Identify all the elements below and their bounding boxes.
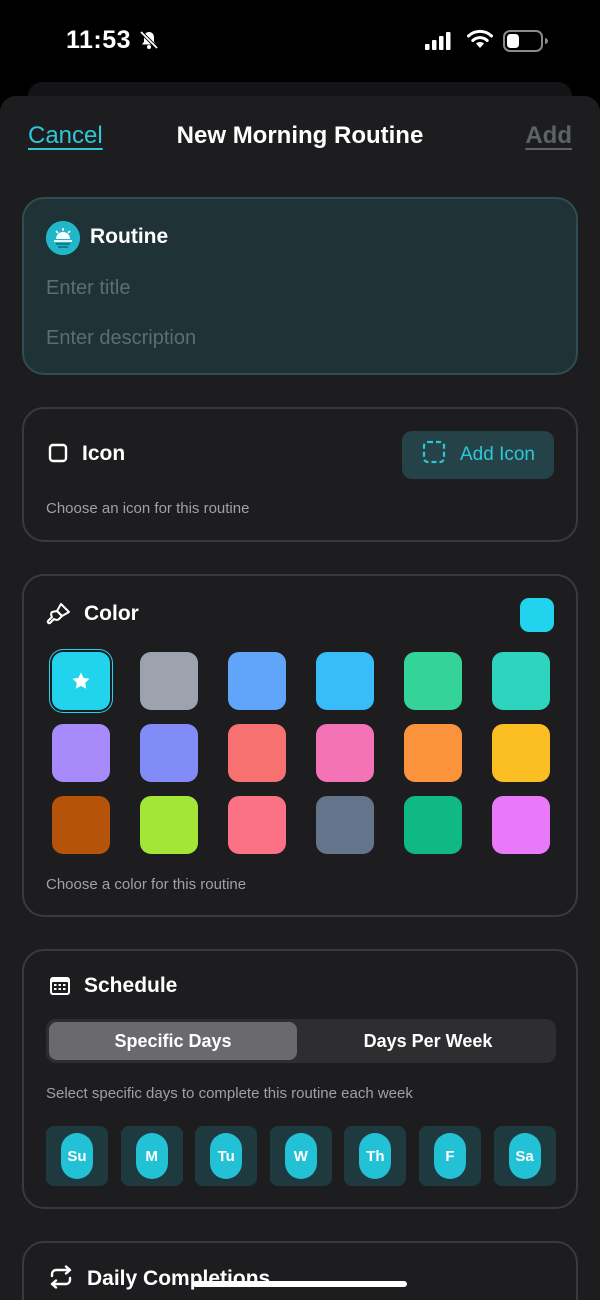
calendar-icon xyxy=(48,974,72,1003)
color-swatch[interactable] xyxy=(52,724,110,782)
color-heading: Color xyxy=(84,602,139,625)
day-label: F xyxy=(434,1133,466,1179)
day-button-w[interactable]: W xyxy=(269,1126,332,1186)
add-icon-label: Add Icon xyxy=(460,444,535,465)
battery-icon xyxy=(503,30,549,57)
icon-card: Icon Add Icon Choose an icon for this ro… xyxy=(22,407,578,542)
routine-heading: Routine xyxy=(90,225,169,248)
star-icon xyxy=(52,652,110,710)
schedule-card: Schedule Specific Days Days Per Week Sel… xyxy=(22,949,578,1209)
color-swatch[interactable] xyxy=(316,652,374,710)
color-swatch[interactable] xyxy=(316,796,374,854)
wifi-icon xyxy=(466,28,494,55)
routine-card: Routine xyxy=(22,197,578,375)
day-label: Sa xyxy=(508,1133,541,1179)
tab-specific-days[interactable]: Specific Days xyxy=(49,1022,297,1060)
repeat-icon xyxy=(48,1265,74,1294)
schedule-heading: Schedule xyxy=(84,974,178,997)
day-button-th[interactable]: Th xyxy=(344,1126,407,1186)
icon-caption: Choose an icon for this routine xyxy=(46,500,250,517)
color-caption: Choose a color for this routine xyxy=(46,876,247,893)
color-swatch[interactable] xyxy=(404,796,462,854)
day-button-f[interactable]: F xyxy=(419,1126,481,1186)
day-label: Tu xyxy=(210,1133,243,1179)
daily-completions-card: Daily Completions xyxy=(22,1241,578,1300)
home-indicator xyxy=(193,1281,407,1287)
day-label: Su xyxy=(61,1133,93,1179)
add-button[interactable]: Add xyxy=(525,122,572,150)
sunrise-icon xyxy=(46,221,80,255)
color-swatch[interactable] xyxy=(140,724,198,782)
icon-heading: Icon xyxy=(82,442,126,465)
cancel-button[interactable]: Cancel xyxy=(28,122,103,150)
color-swatch[interactable] xyxy=(228,796,286,854)
add-icon-button[interactable]: Add Icon xyxy=(402,431,554,479)
color-swatch[interactable] xyxy=(228,652,286,710)
day-button-m[interactable]: M xyxy=(120,1126,183,1186)
color-swatch[interactable] xyxy=(404,724,462,782)
new-routine-sheet: New Morning Routine Cancel Add Routine I… xyxy=(0,96,600,1300)
tab-days-per-week[interactable]: Days Per Week xyxy=(304,1022,552,1060)
day-button-tu[interactable]: Tu xyxy=(195,1126,258,1186)
schedule-caption: Select specific days to complete this ro… xyxy=(46,1085,413,1102)
day-button-sa[interactable]: Sa xyxy=(493,1126,556,1186)
color-swatch[interactable] xyxy=(52,652,110,710)
color-swatch[interactable] xyxy=(228,724,286,782)
color-swatch[interactable] xyxy=(492,724,550,782)
status-time: 11:53 xyxy=(66,26,132,54)
daily-completions-heading: Daily Completions xyxy=(87,1267,271,1290)
routine-title-input[interactable] xyxy=(46,277,546,300)
signal-icon xyxy=(425,32,453,55)
color-swatch[interactable] xyxy=(404,652,462,710)
color-swatch[interactable] xyxy=(52,796,110,854)
routine-description-input[interactable] xyxy=(46,327,546,350)
day-label: M xyxy=(135,1133,168,1179)
schedule-segmented-control: Specific Days Days Per Week xyxy=(46,1019,556,1063)
status-bar: 11:53 xyxy=(0,0,600,82)
day-label: Th xyxy=(359,1133,392,1179)
color-card: Color Choose a color for this routine xyxy=(22,574,578,917)
day-button-su[interactable]: Su xyxy=(46,1126,108,1186)
paintbrush-icon xyxy=(46,601,72,632)
nav-bar: New Morning Routine Cancel Add xyxy=(0,96,600,176)
bell-slash-icon xyxy=(138,29,160,56)
color-swatch[interactable] xyxy=(492,796,550,854)
color-swatch[interactable] xyxy=(492,652,550,710)
color-swatch[interactable] xyxy=(316,724,374,782)
color-swatch[interactable] xyxy=(140,796,198,854)
selected-color-preview xyxy=(520,598,554,632)
dashed-square-icon xyxy=(422,440,446,470)
square-icon xyxy=(48,443,68,468)
color-swatch[interactable] xyxy=(140,652,198,710)
day-label: W xyxy=(284,1133,317,1179)
